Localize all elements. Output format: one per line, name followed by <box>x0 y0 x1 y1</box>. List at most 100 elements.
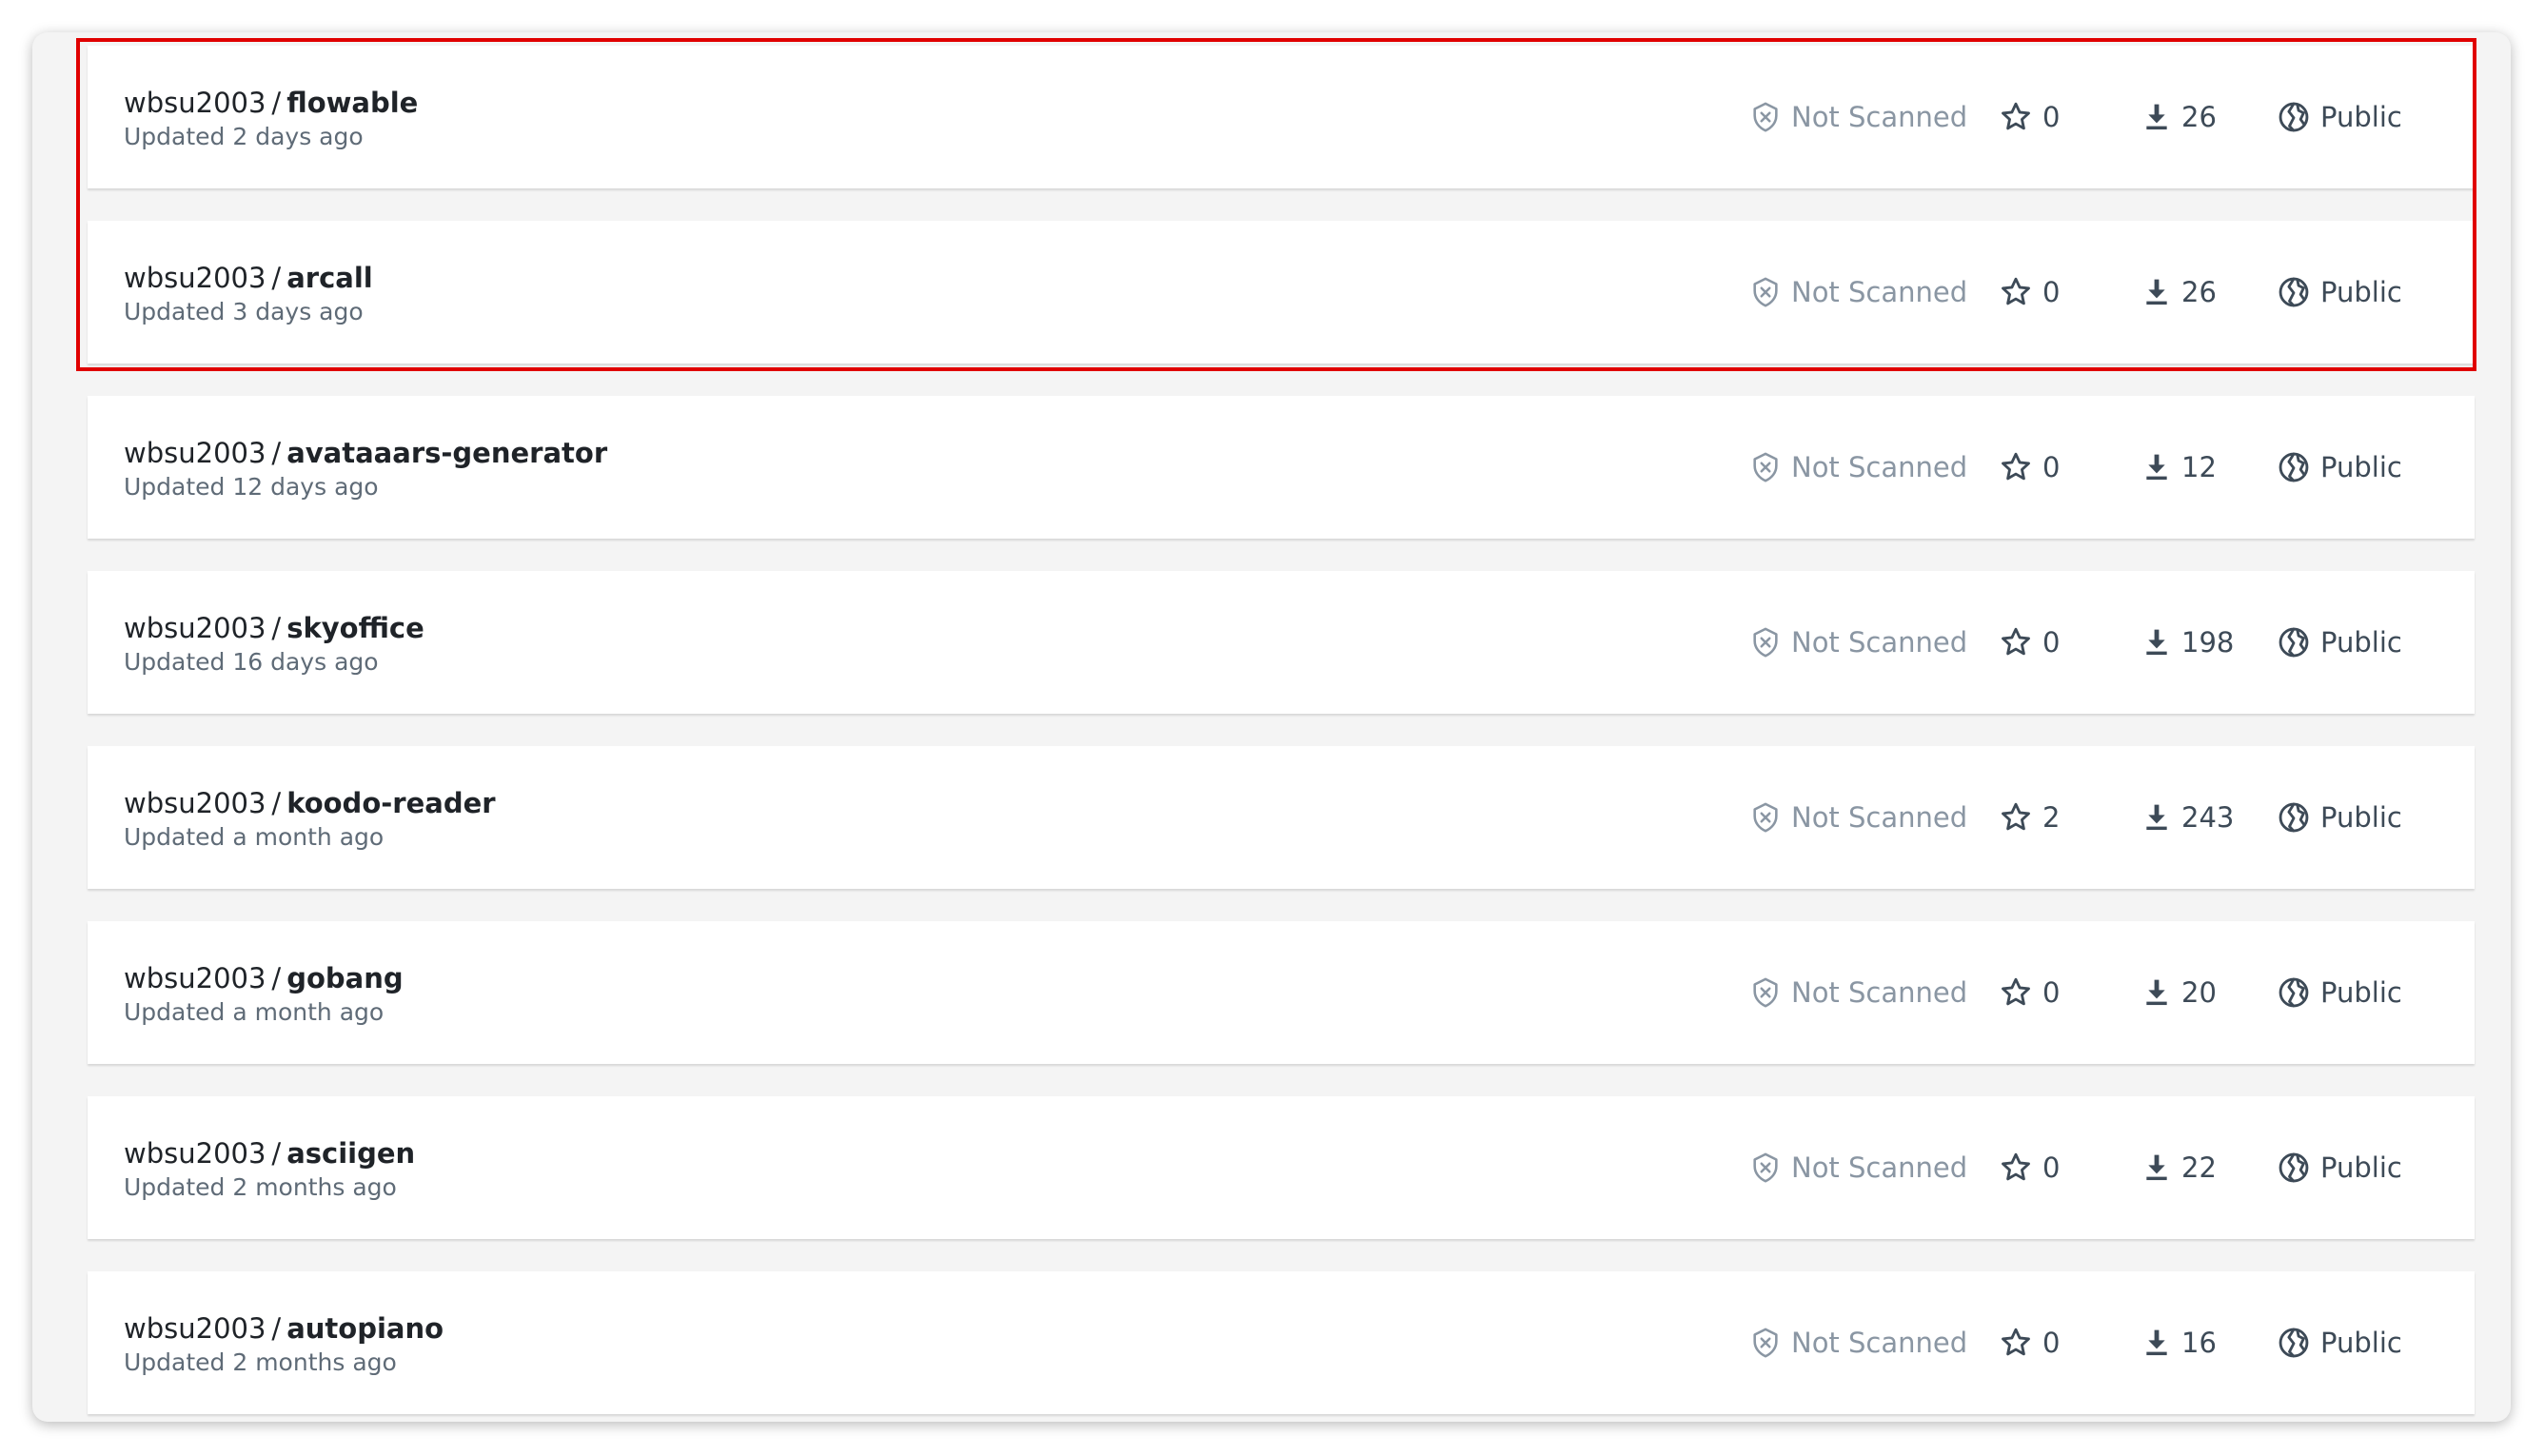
star-count: 0 <box>1999 396 2060 539</box>
star-icon <box>1999 1326 2042 1360</box>
shield-x-icon <box>1749 1326 1791 1360</box>
repository-owner: wbsu2003 <box>124 1312 266 1345</box>
repository-title: skyoffice <box>286 612 424 644</box>
repository-row[interactable]: wbsu2003/flowable Updated 2 days ago Not… <box>88 46 2475 188</box>
updated-time: Updated 2 months ago <box>124 1348 397 1376</box>
pull-count-value: 12 <box>2181 451 2217 483</box>
repository-name[interactable]: wbsu2003/gobang <box>124 961 404 995</box>
star-icon <box>1999 100 2042 134</box>
repository-info: wbsu2003/flowable Updated 2 days ago <box>124 86 418 152</box>
shield-x-icon <box>1749 625 1791 659</box>
repository-row[interactable]: wbsu2003/gobang Updated a month ago Not … <box>88 921 2475 1064</box>
star-count: 2 <box>1999 746 2060 889</box>
updated-time: Updated 12 days ago <box>124 473 379 501</box>
repository-title: asciigen <box>286 1137 416 1170</box>
repository-name[interactable]: wbsu2003/flowable <box>124 86 418 120</box>
scan-status: Not Scanned <box>1749 1271 1967 1414</box>
repository-owner: wbsu2003 <box>124 1137 266 1170</box>
repository-name[interactable]: wbsu2003/asciigen <box>124 1136 415 1171</box>
star-count-value: 0 <box>2042 101 2061 133</box>
visibility-status: Public <box>2277 1271 2402 1414</box>
star-count: 0 <box>1999 46 2060 188</box>
scan-status-label: Not Scanned <box>1791 801 1968 834</box>
repository-row[interactable]: wbsu2003/arcall Updated 3 days ago Not S… <box>88 221 2475 364</box>
repository-title: avataaars-generator <box>286 437 608 469</box>
scan-status-label: Not Scanned <box>1791 976 1968 1009</box>
star-icon <box>1999 800 2042 835</box>
visibility-label: Public <box>2320 801 2402 834</box>
scan-status: Not Scanned <box>1749 746 1967 889</box>
star-count-value: 0 <box>2042 976 2061 1009</box>
name-separator: / <box>271 1137 282 1170</box>
visibility-label: Public <box>2320 276 2402 308</box>
visibility-status: Public <box>2277 221 2402 364</box>
shield-x-icon <box>1749 1151 1791 1185</box>
repository-title: gobang <box>286 962 404 994</box>
star-count-value: 0 <box>2042 626 2061 659</box>
globe-icon <box>2277 1326 2320 1360</box>
scan-status: Not Scanned <box>1749 571 1967 714</box>
repository-name[interactable]: wbsu2003/koodo-reader <box>124 786 496 820</box>
scan-status-label: Not Scanned <box>1791 276 1968 308</box>
scan-status-label: Not Scanned <box>1791 626 1968 659</box>
scan-status-label: Not Scanned <box>1791 1151 1968 1184</box>
visibility-label: Public <box>2320 626 2402 659</box>
repository-owner: wbsu2003 <box>124 262 266 294</box>
download-icon <box>2141 276 2181 308</box>
scan-status: Not Scanned <box>1749 46 1967 188</box>
scan-status: Not Scanned <box>1749 921 1967 1064</box>
star-count-value: 0 <box>2042 276 2061 308</box>
repository-title: arcall <box>286 262 373 294</box>
visibility-status: Public <box>2277 396 2402 539</box>
repository-info: wbsu2003/avataaars-generator Updated 12 … <box>124 436 607 502</box>
repository-row[interactable]: wbsu2003/autopiano Updated 2 months ago … <box>88 1271 2475 1414</box>
repository-row[interactable]: wbsu2003/asciigen Updated 2 months ago N… <box>88 1096 2475 1239</box>
updated-time: Updated 2 months ago <box>124 1173 397 1201</box>
repository-row[interactable]: wbsu2003/avataaars-generator Updated 12 … <box>88 396 2475 539</box>
repository-name[interactable]: wbsu2003/autopiano <box>124 1311 444 1346</box>
name-separator: / <box>271 262 282 294</box>
visibility-status: Public <box>2277 921 2402 1064</box>
repository-name[interactable]: wbsu2003/skyoffice <box>124 611 424 645</box>
pull-count-value: 16 <box>2181 1327 2217 1359</box>
repository-info: wbsu2003/asciigen Updated 2 months ago <box>124 1136 415 1203</box>
pull-count-value: 20 <box>2181 976 2217 1009</box>
star-count: 0 <box>1999 221 2060 364</box>
download-icon <box>2141 101 2181 133</box>
visibility-label: Public <box>2320 1327 2402 1359</box>
globe-icon <box>2277 975 2320 1010</box>
globe-icon <box>2277 1151 2320 1185</box>
download-icon <box>2141 1151 2181 1184</box>
pull-count: 243 <box>2141 746 2234 889</box>
star-icon <box>1999 450 2042 484</box>
download-icon <box>2141 451 2181 483</box>
scan-status-label: Not Scanned <box>1791 1327 1968 1359</box>
star-count: 0 <box>1999 1096 2060 1239</box>
star-count: 0 <box>1999 1271 2060 1414</box>
visibility-label: Public <box>2320 1151 2402 1184</box>
pull-count: 12 <box>2141 396 2217 539</box>
star-icon <box>1999 625 2042 659</box>
updated-time: Updated 2 days ago <box>124 123 364 150</box>
scan-status: Not Scanned <box>1749 1096 1967 1239</box>
pull-count: 198 <box>2141 571 2234 714</box>
name-separator: / <box>271 612 282 644</box>
updated-time: Updated 16 days ago <box>124 648 379 676</box>
star-icon <box>1999 275 2042 309</box>
repository-owner: wbsu2003 <box>124 962 266 994</box>
visibility-status: Public <box>2277 746 2402 889</box>
shield-x-icon <box>1749 100 1791 134</box>
repository-list: wbsu2003/flowable Updated 2 days ago Not… <box>88 46 2475 1422</box>
repository-title: koodo-reader <box>286 787 496 819</box>
shield-x-icon <box>1749 450 1791 484</box>
repository-name[interactable]: wbsu2003/avataaars-generator <box>124 436 607 470</box>
visibility-status: Public <box>2277 571 2402 714</box>
repository-name[interactable]: wbsu2003/arcall <box>124 261 373 295</box>
visibility-label: Public <box>2320 451 2402 483</box>
repository-info: wbsu2003/autopiano Updated 2 months ago <box>124 1311 444 1378</box>
repository-row[interactable]: wbsu2003/skyoffice Updated 16 days ago N… <box>88 571 2475 714</box>
name-separator: / <box>271 437 282 469</box>
pull-count: 22 <box>2141 1096 2217 1239</box>
scan-status-label: Not Scanned <box>1791 101 1968 133</box>
repository-row[interactable]: wbsu2003/koodo-reader Updated a month ag… <box>88 746 2475 889</box>
